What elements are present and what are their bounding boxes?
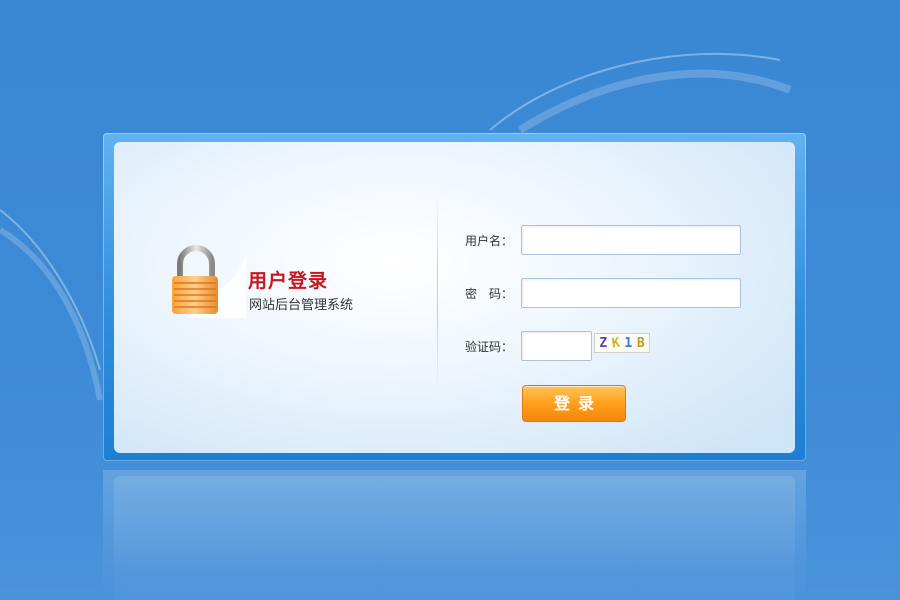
captcha-char: Z [599,335,608,351]
captcha-image[interactable]: Z K 1 B [594,333,650,353]
password-label: 密 码： [465,287,514,301]
login-title: 用户登录 [248,270,329,292]
login-frame: 用户登录 网站后台管理系统 用户名： 密 码： 验证码： Z K 1 B 登录 [103,133,806,461]
panel-divider [437,192,438,392]
captcha-char: 1 [624,335,633,351]
username-input[interactable] [521,225,741,255]
captcha-char: K [610,335,621,351]
captcha-input[interactable] [521,331,592,361]
login-subtitle: 网站后台管理系统 [249,298,354,313]
login-button[interactable]: 登录 [522,385,626,422]
padlock-icon [172,245,246,318]
login-panel: 用户登录 网站后台管理系统 用户名： 密 码： 验证码： Z K 1 B 登录 [114,142,795,453]
panel-reflection-inner [114,476,795,600]
panel-reflection [103,470,806,600]
captcha-char: B [636,335,645,351]
captcha-label: 验证码： [465,340,514,354]
password-input[interactable] [521,278,741,308]
username-label: 用户名： [465,234,514,248]
